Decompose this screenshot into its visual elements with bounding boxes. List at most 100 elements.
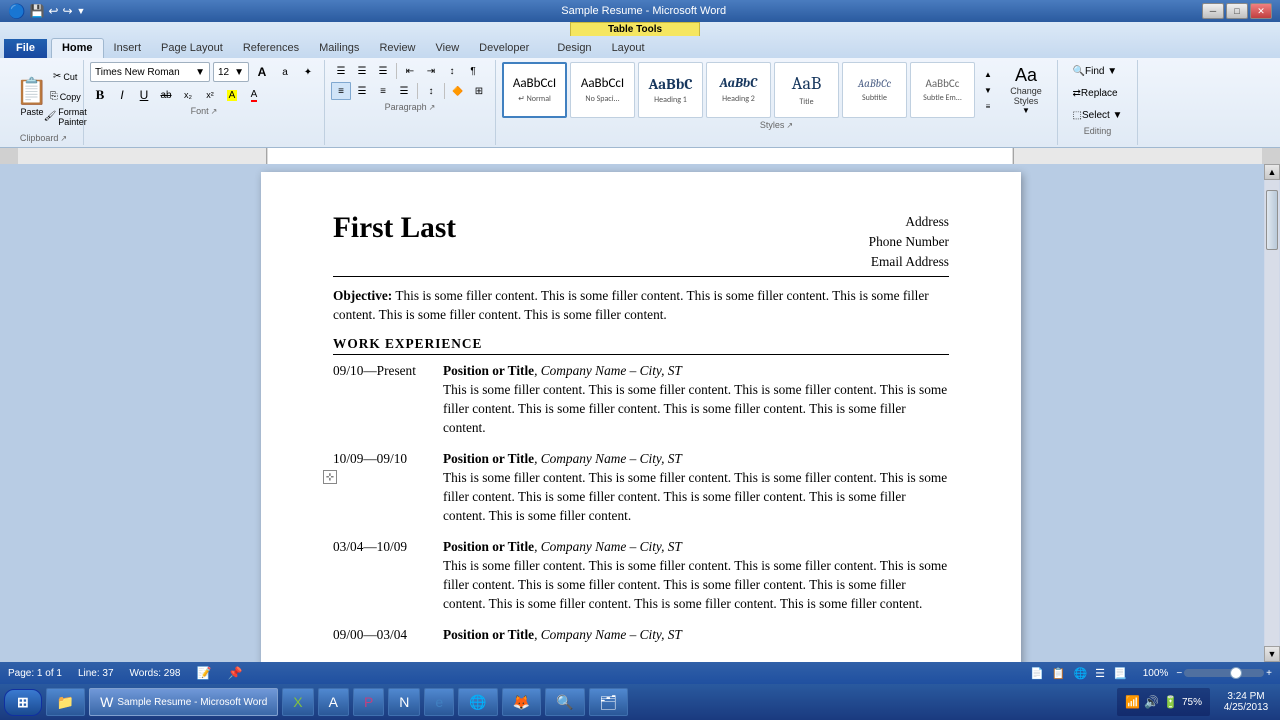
quick-undo[interactable]: ↩: [48, 4, 58, 18]
copy-button[interactable]: ⎘Copy: [55, 88, 75, 106]
taskbar-item-excel[interactable]: X: [282, 688, 313, 716]
minimize-button[interactable]: ─: [1202, 3, 1224, 19]
network-icon[interactable]: 📶: [1125, 695, 1140, 709]
increase-indent-button[interactable]: ⇥: [421, 62, 441, 80]
justify-button[interactable]: ☰: [394, 82, 414, 100]
italic-button[interactable]: I: [112, 86, 132, 104]
style-no-spacing[interactable]: AaBbCcI No Spaci...: [570, 62, 635, 118]
maximize-button[interactable]: □: [1226, 3, 1248, 19]
style-title[interactable]: AaB Title: [774, 62, 839, 118]
view-print-icon[interactable]: 📄: [1030, 667, 1044, 680]
style-scroll-down[interactable]: ▼: [978, 83, 998, 97]
track-changes-icon[interactable]: 📌: [227, 666, 242, 680]
font-name-combo[interactable]: Times New Roman ▼: [90, 62, 210, 82]
superscript-button[interactable]: x²: [200, 86, 220, 104]
view-draft-icon[interactable]: 📃: [1113, 667, 1127, 680]
close-button[interactable]: ✕: [1250, 3, 1272, 19]
quick-dropdown[interactable]: ▼: [77, 6, 86, 16]
replace-button[interactable]: ⇄ Replace: [1066, 84, 1125, 102]
show-hide-button[interactable]: ¶: [463, 62, 483, 80]
zoom-slider[interactable]: − +: [1176, 668, 1272, 679]
multilevel-button[interactable]: ☰: [373, 62, 393, 80]
taskbar-item-access[interactable]: A: [318, 688, 349, 716]
tab-view[interactable]: View: [426, 39, 470, 58]
taskbar-item-chrome[interactable]: 🌐: [458, 688, 497, 716]
table-move-handle[interactable]: ⊹: [323, 470, 337, 484]
grow-font-button[interactable]: A: [252, 63, 272, 81]
view-fullscreen-icon[interactable]: 📋: [1052, 667, 1066, 680]
tab-developer[interactable]: Developer: [469, 39, 539, 58]
style-subtitle[interactable]: AaBbCc Subtitle: [842, 62, 907, 118]
bold-button[interactable]: B: [90, 86, 110, 104]
onenote-icon: N: [399, 694, 409, 710]
scrollbar-track[interactable]: [1265, 180, 1279, 646]
shading-button[interactable]: 🔶: [448, 82, 468, 100]
bullets-button[interactable]: ☰: [331, 62, 351, 80]
taskbar-item-onenote[interactable]: N: [388, 688, 420, 716]
style-scroll-up[interactable]: ▲: [978, 67, 998, 81]
subscript-button[interactable]: x₂: [178, 86, 198, 104]
view-outline-icon[interactable]: ☰: [1095, 667, 1105, 680]
style-expand[interactable]: ≡: [978, 99, 998, 113]
tab-design[interactable]: Design: [547, 39, 601, 58]
change-styles-button[interactable]: Aa Change Styles ▼: [1001, 63, 1051, 117]
clipboard-expand-icon[interactable]: ↗: [60, 134, 67, 143]
clear-format-button[interactable]: ✦: [298, 63, 318, 81]
volume-icon[interactable]: 🔊: [1144, 695, 1159, 709]
taskbar-item-firefox[interactable]: 🦊: [502, 688, 541, 716]
zoom-thumb[interactable]: [1230, 667, 1242, 679]
view-web-icon[interactable]: 🌐: [1073, 667, 1087, 680]
format-painter-button[interactable]: 🖌Format Painter: [55, 108, 75, 126]
style-normal[interactable]: AaBbCcI ↵ Normal: [502, 62, 567, 118]
numbering-button[interactable]: ☰: [352, 62, 372, 80]
taskbar-item-files[interactable]: 🗂: [589, 688, 629, 716]
vertical-scrollbar[interactable]: ▲ ▼: [1264, 164, 1280, 662]
line-spacing-button[interactable]: ↕: [421, 82, 441, 100]
zoom-in-icon[interactable]: +: [1266, 668, 1272, 679]
shrink-font-button[interactable]: a: [275, 63, 295, 81]
taskbar-item-ie[interactable]: e: [424, 688, 454, 716]
start-button[interactable]: ⊞: [4, 689, 42, 716]
font-size-combo[interactable]: 12 ▼: [213, 62, 249, 82]
zoom-track[interactable]: [1184, 669, 1264, 677]
scroll-down-button[interactable]: ▼: [1264, 646, 1280, 662]
align-right-button[interactable]: ≡: [373, 82, 393, 100]
style-heading2[interactable]: AaBbC Heading 2: [706, 62, 771, 118]
spell-check-icon[interactable]: 📝: [196, 666, 211, 680]
zoom-out-icon[interactable]: −: [1176, 668, 1182, 679]
tab-page-layout[interactable]: Page Layout: [151, 39, 233, 58]
font-expand-icon[interactable]: ↗: [211, 107, 218, 116]
find-button[interactable]: 🔍 Find ▼: [1066, 62, 1125, 80]
tab-review[interactable]: Review: [369, 39, 425, 58]
tab-mailings[interactable]: Mailings: [309, 39, 369, 58]
taskbar-item-publisher[interactable]: P: [353, 688, 384, 716]
quick-save[interactable]: 💾: [29, 4, 44, 18]
taskbar-item-explorer[interactable]: 📁: [46, 688, 85, 716]
tab-file[interactable]: File: [4, 39, 47, 58]
cut-button[interactable]: ✂Cut: [55, 68, 75, 86]
tab-layout[interactable]: Layout: [602, 39, 655, 58]
battery-icon[interactable]: 🔋: [1163, 695, 1178, 709]
taskbar-item-search[interactable]: 🔍: [545, 688, 584, 716]
quick-redo[interactable]: ↪: [62, 4, 72, 18]
scrollbar-thumb[interactable]: [1266, 190, 1278, 250]
borders-button[interactable]: ⊞: [469, 82, 489, 100]
align-left-button[interactable]: ≡: [331, 82, 351, 100]
align-center-button[interactable]: ☰: [352, 82, 372, 100]
styles-expand-icon[interactable]: ↗: [786, 121, 793, 130]
underline-button[interactable]: U: [134, 86, 154, 104]
strikethrough-button[interactable]: ab: [156, 86, 176, 104]
select-button[interactable]: ⬚ Select ▼: [1066, 106, 1130, 124]
font-color-button[interactable]: A: [244, 86, 264, 104]
tab-insert[interactable]: Insert: [104, 39, 152, 58]
tab-home[interactable]: Home: [51, 38, 104, 58]
scroll-up-button[interactable]: ▲: [1264, 164, 1280, 180]
taskbar-item-word[interactable]: W Sample Resume - Microsoft Word: [89, 688, 278, 716]
sort-button[interactable]: ↕: [442, 62, 462, 80]
paragraph-expand-icon[interactable]: ↗: [429, 103, 436, 112]
style-heading1[interactable]: AaBbC Heading 1: [638, 62, 703, 118]
tab-references[interactable]: References: [233, 39, 309, 58]
decrease-indent-button[interactable]: ⇤: [400, 62, 420, 80]
text-highlight-button[interactable]: A: [222, 86, 242, 104]
style-subtle-em[interactable]: AaBbCc Subtle Em...: [910, 62, 975, 118]
